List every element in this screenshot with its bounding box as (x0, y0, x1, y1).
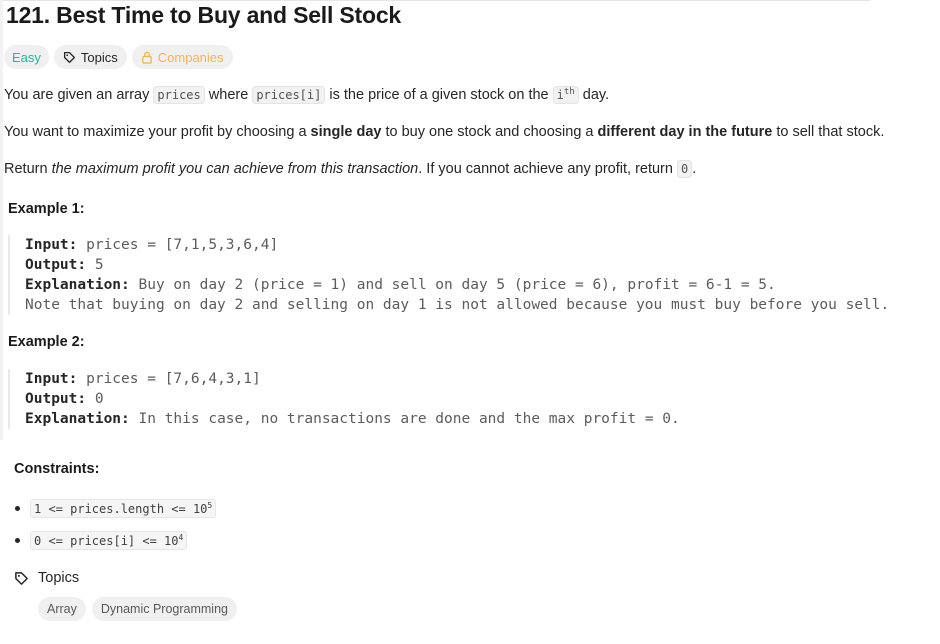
topics-section-toggle[interactable]: Topics (14, 568, 79, 588)
companies-button[interactable]: Companies (131, 45, 233, 69)
text: to buy one stock and choosing a (381, 124, 598, 140)
label: Explanation: (25, 411, 130, 427)
example-1-output: Output: 5 (25, 255, 888, 275)
example-2-heading: Example 2: (8, 334, 85, 350)
example-1-explanation: Explanation: Buy on day 2 (price = 1) an… (25, 275, 888, 295)
constraint-code: 0 <= prices[i] <= 104 (30, 530, 188, 550)
example-1-input: Input: prices = [7,1,5,3,6,4] (25, 235, 888, 255)
example-1-block: Input: prices = [7,1,5,3,6,4] Output: 5 … (8, 235, 890, 315)
bullet (15, 537, 20, 543)
description-paragraph-2: You want to maximize your profit by choo… (4, 124, 884, 140)
constraint-text: 0 <= prices[i] <= 10 (34, 533, 179, 548)
value: 0 (86, 391, 104, 407)
topics-button[interactable]: Topics (53, 45, 127, 69)
example-1-note: Note that buying on day 2 and selling on… (25, 297, 890, 313)
example-2-explanation: Explanation: In this case, no transactio… (25, 409, 888, 429)
lock-icon (141, 51, 152, 64)
label: Output: (25, 391, 87, 407)
inline-code: prices (153, 86, 205, 104)
constraint-item: 1 <= prices.length <= 105 (15, 498, 217, 518)
problem-tags: Easy Topics Companies (4, 45, 233, 69)
topic-tag-list: Array Dynamic Programming (38, 597, 237, 621)
bullet (15, 505, 20, 511)
text: . If you cannot achieve any profit, retu… (418, 161, 677, 177)
text: . (692, 161, 697, 177)
value: prices = [7,6,4,3,1] (77, 371, 261, 387)
constraint-item: 0 <= prices[i] <= 104 (15, 530, 188, 550)
problem-title: 121. Best Time to Buy and Sell Stock (6, 2, 402, 28)
label: Output: (25, 257, 87, 273)
topics-section-label: Topics (38, 570, 80, 586)
label: Input: (25, 371, 78, 387)
bold-text: different day in the future (597, 124, 773, 140)
description-paragraph-3: Return the maximum profit you can achiev… (4, 160, 697, 178)
text: to sell that stock. (772, 124, 885, 140)
constraint-code: 1 <= prices.length <= 105 (30, 498, 217, 518)
companies-button-label: Companies (157, 49, 224, 65)
label: Explanation: (25, 277, 130, 293)
italic-text: the maximum profit you can achieve from … (51, 161, 419, 177)
example-2-block: Input: prices = [7,6,4,3,1] Output: 0 Ex… (8, 369, 888, 429)
example-2-output: Output: 0 (25, 389, 888, 409)
text: where (204, 87, 253, 103)
constraints-heading: Constraints: (14, 461, 100, 477)
tag-icon (63, 51, 75, 63)
text: day. (578, 87, 610, 103)
value: 5 (86, 257, 104, 273)
inline-code: ith (552, 86, 579, 104)
text: You want to maximize your profit by choo… (4, 124, 311, 140)
superscript: th (563, 87, 575, 97)
constraint-text: 1 <= prices.length <= 10 (34, 501, 208, 516)
value: prices = [7,1,5,3,6,4] (77, 237, 279, 253)
left-rule (0, 0, 3, 440)
tag-icon (15, 571, 28, 585)
topic-tag-dynamic-programming[interactable]: Dynamic Programming (91, 597, 237, 621)
label: Input: (25, 237, 78, 253)
value: Buy on day 2 (price = 1) and sell on day… (129, 277, 776, 293)
example-2-input: Input: prices = [7,6,4,3,1] (25, 369, 888, 389)
description-paragraph-1: You are given an array prices where pric… (4, 86, 610, 104)
value: In this case, no transactions are done a… (129, 411, 680, 427)
bold-text: single day (310, 124, 382, 140)
text: is the price of a given stock on the (325, 87, 553, 103)
text: You are given an array (4, 87, 154, 103)
inline-code: 0 (676, 160, 693, 178)
topic-tag-array[interactable]: Array (38, 597, 86, 621)
superscript: 5 (207, 500, 213, 510)
superscript: 4 (178, 532, 184, 542)
example-1-heading: Example 1: (8, 201, 85, 217)
inline-code: prices[i] (252, 86, 326, 104)
difficulty-badge[interactable]: Easy (4, 45, 49, 69)
text: Return (4, 161, 52, 177)
code-text: i (556, 88, 564, 102)
topics-button-label: Topics (80, 49, 118, 65)
